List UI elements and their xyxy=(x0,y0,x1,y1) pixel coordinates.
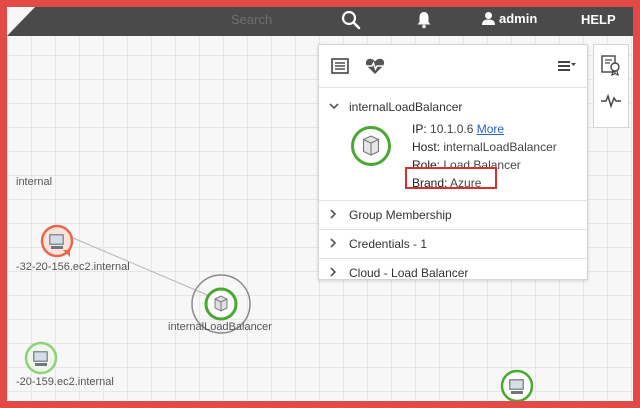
node-details-panel: internalLoadBalancer IP: 10.1.0.6 More H… xyxy=(318,44,588,280)
brand-value: Azure xyxy=(450,176,482,190)
list-icon[interactable] xyxy=(331,58,349,74)
chevron-down-icon[interactable] xyxy=(329,101,339,113)
brand-detail: Brand: Azure xyxy=(412,176,481,190)
node-computer[interactable] xyxy=(500,369,534,401)
node-label: -20-159.ec2.internal xyxy=(16,376,114,388)
panel-header xyxy=(319,45,587,88)
ip-detail: IP: 10.1.0.6 More xyxy=(412,122,504,136)
chevron-right-icon xyxy=(329,267,337,280)
canvas[interactable]: Search admin HELP internal -32-20-156.ec… xyxy=(7,7,633,401)
section-group-membership[interactable]: Group Membership xyxy=(319,200,587,229)
activity-icon[interactable] xyxy=(600,93,622,109)
host-detail: Host: internalLoadBalancer xyxy=(412,140,557,154)
load-balancer-icon xyxy=(351,126,391,166)
menu-icon[interactable] xyxy=(558,60,576,72)
section-label: Credentials - 1 xyxy=(349,237,428,251)
node-label: internal xyxy=(16,176,53,188)
host-label: Host: xyxy=(412,140,441,154)
heartbeat-icon[interactable] xyxy=(365,57,385,75)
panel-title[interactable]: internalLoadBalancer xyxy=(349,100,462,114)
ip-value: 10.1.0.6 xyxy=(430,122,474,136)
brand-label: Brand: xyxy=(412,176,448,190)
chevron-right-icon xyxy=(329,238,337,251)
ip-label: IP: xyxy=(412,122,427,136)
section-label: Cloud - Load Balancer xyxy=(349,266,469,280)
node-label: -32-20-156.ec2.internal xyxy=(16,261,130,273)
computer-node-icon xyxy=(500,369,534,401)
host-value: internalLoadBalancer xyxy=(443,140,557,154)
computer-node-icon xyxy=(40,224,74,258)
section-credentials[interactable]: Credentials - 1 xyxy=(319,229,587,258)
node-label: internalLoadBalancer xyxy=(168,321,272,333)
node-ec2-156[interactable] xyxy=(40,224,74,263)
side-toolbar xyxy=(593,44,629,128)
node-ec2-159[interactable] xyxy=(24,341,58,380)
certificate-icon[interactable] xyxy=(601,54,621,76)
more-link[interactable]: More xyxy=(477,122,504,136)
section-label: Group Membership xyxy=(349,208,452,222)
chevron-right-icon xyxy=(329,209,337,222)
computer-node-icon xyxy=(24,341,58,375)
section-cloud-load-balancer[interactable]: Cloud - Load Balancer xyxy=(319,258,587,287)
